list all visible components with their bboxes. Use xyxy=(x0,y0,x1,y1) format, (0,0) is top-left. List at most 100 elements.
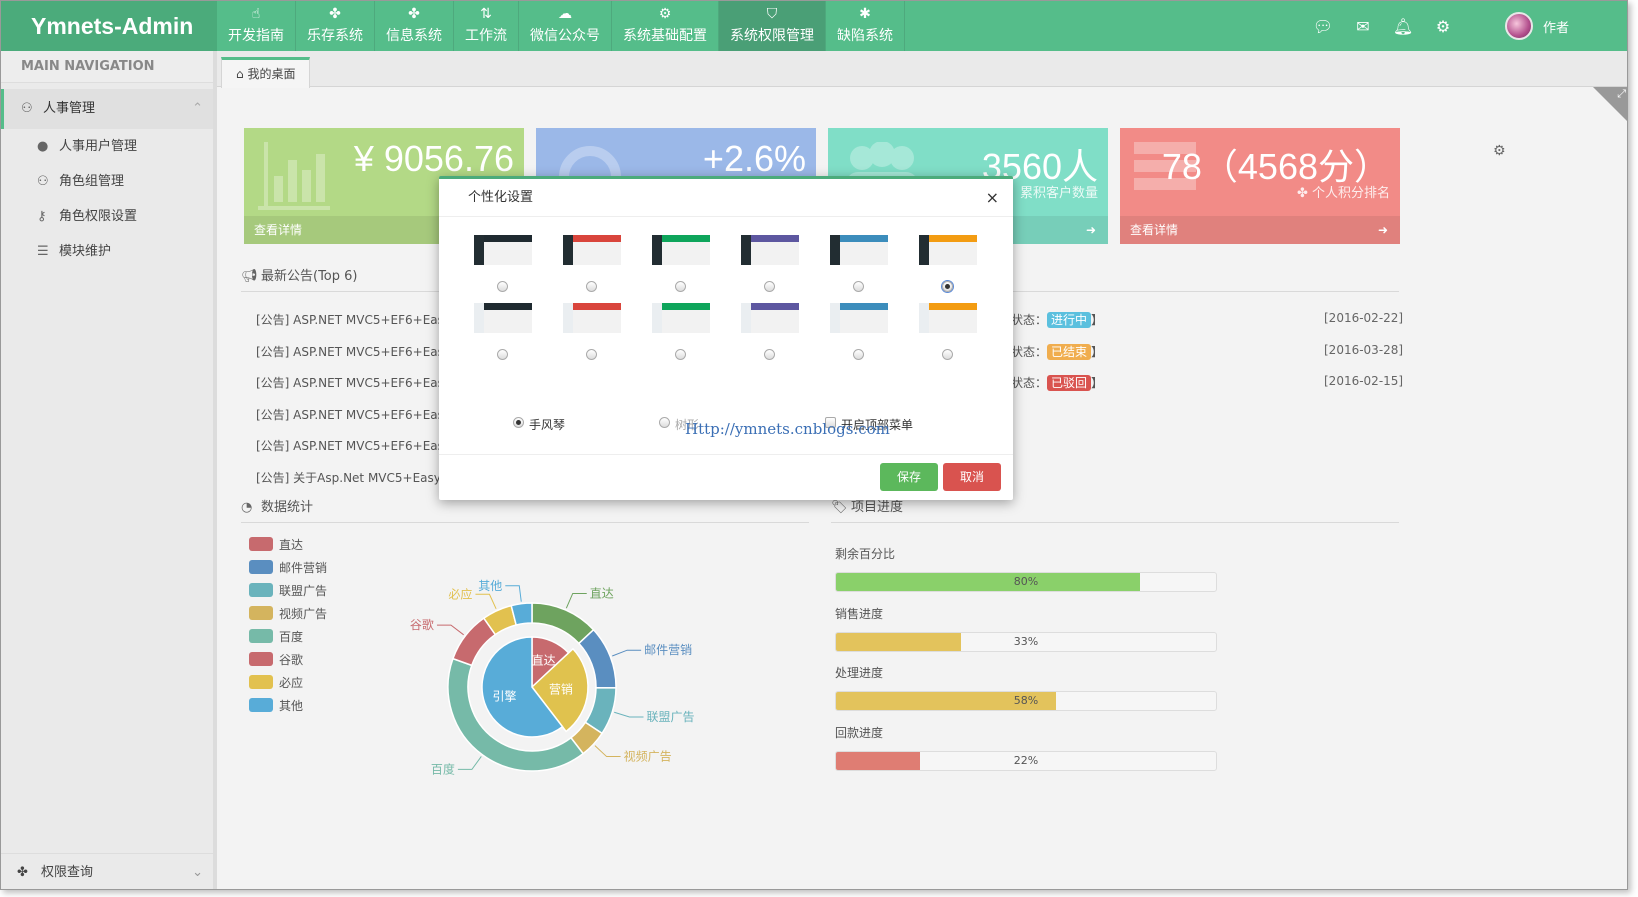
mail-icon[interactable]: ✉ xyxy=(1343,17,1383,36)
bell-icon[interactable]: 🔔︎ xyxy=(1383,17,1423,36)
skin-radio-dark-0[interactable] xyxy=(497,281,508,292)
sidebar-item-permission-query[interactable]: ✤ 权限查询 ⌄ xyxy=(1,853,213,889)
legend-label: 联盟广告 xyxy=(279,584,328,598)
legend-item[interactable]: 必应 xyxy=(249,675,327,698)
skin-thumb-dark-3[interactable] xyxy=(741,235,799,265)
progress-text: 80% xyxy=(1013,575,1039,588)
legend-swatch xyxy=(249,560,273,574)
sidebar-group-hr[interactable]: ⚇ 人事管理 ⌃ xyxy=(1,89,213,129)
top-menu-label: 开发指南 xyxy=(228,28,284,44)
skin-radio-light-2[interactable] xyxy=(675,349,686,360)
skin-radio-light-0[interactable] xyxy=(497,349,508,360)
top-menu-item-2[interactable]: ✤ 信息系统 xyxy=(375,1,454,51)
bullhorn-icon: 📢︎ xyxy=(241,269,258,284)
top-menu-label: 信息系统 xyxy=(386,28,442,44)
brand-logo[interactable]: Ymnets-Admin xyxy=(1,1,217,51)
top-menu-item-7[interactable]: ✱ 缺陷系统 xyxy=(826,1,905,51)
skin-thumb-dark-2[interactable] xyxy=(652,235,710,265)
skin-thumb-light-0[interactable] xyxy=(474,303,532,333)
card-subtitle: ✤ 个人积分排名 xyxy=(1296,186,1390,201)
skin-thumb-dark-5[interactable] xyxy=(919,235,977,265)
top-menu-item-4[interactable]: ☁ 微信公众号 xyxy=(519,1,612,51)
arrow-right-icon[interactable]: ➜ xyxy=(1086,216,1096,244)
settings-gear-icon[interactable]: ⚙ xyxy=(1493,143,1506,159)
close-icon[interactable]: × xyxy=(986,179,999,217)
avatar[interactable] xyxy=(1504,12,1533,40)
pie-label-line xyxy=(436,624,464,636)
top-menu-item-1[interactable]: ✤ 乐存系统 xyxy=(296,1,375,51)
skin-thumb-light-3[interactable] xyxy=(741,303,799,333)
skin-sidebar xyxy=(741,235,751,265)
legend-item[interactable]: 视频广告 xyxy=(249,606,327,629)
legend-swatch xyxy=(249,606,273,620)
skin-thumb-dark-0[interactable] xyxy=(474,235,532,265)
skin-radio-light-3[interactable] xyxy=(764,349,775,360)
save-button[interactable]: 保存 xyxy=(880,463,938,491)
key-icon: ⚷ xyxy=(37,209,47,224)
card-detail-link[interactable]: 查看详情 xyxy=(1130,223,1178,237)
sidebar-item-2[interactable]: ⚷ 角色权限设置 xyxy=(1,199,213,234)
top-menu-item-5[interactable]: ⚙ 系统基础配置 xyxy=(612,1,719,51)
skin-radio-light-4[interactable] xyxy=(853,349,864,360)
home-icon: ⌂ xyxy=(236,67,244,81)
sidebar-item-0[interactable]: ● 人事用户管理 xyxy=(1,129,213,164)
skin-radio-dark-2[interactable] xyxy=(675,281,686,292)
top-menu-item-6[interactable]: ⛉ 系统权限管理 xyxy=(719,1,826,51)
legend-item[interactable]: 百度 xyxy=(249,629,327,652)
skin-thumb-dark-1[interactable] xyxy=(563,235,621,265)
arrow-right-icon[interactable]: ➜ xyxy=(1378,216,1388,244)
skin-sidebar xyxy=(919,303,929,333)
top-menu-item-3[interactable]: ⇅ 工作流 xyxy=(454,1,519,51)
skin-radio-dark-3[interactable] xyxy=(764,281,775,292)
progress-label: 处理进度 xyxy=(835,666,884,680)
notice-row-title[interactable]: [公告] ASP.NET MVC5+EF6+EasyU xyxy=(256,406,460,423)
cancel-button[interactable]: 取消 xyxy=(943,463,1001,491)
tab-label: 我的桌面 xyxy=(247,67,296,81)
dialog-footer: 保存 取消 xyxy=(439,454,1013,500)
chat-icon[interactable]: 💬︎ xyxy=(1303,17,1343,36)
legend-item[interactable]: 其他 xyxy=(249,698,327,721)
pie-label-line xyxy=(614,711,644,718)
watermark-text: Http://ymnets.cnblogs.com xyxy=(685,420,890,438)
legend-item[interactable]: 联盟广告 xyxy=(249,583,327,606)
accordion-radio[interactable] xyxy=(513,417,524,428)
shield-icon: ⛉ xyxy=(766,6,778,22)
legend-item[interactable]: 邮件营销 xyxy=(249,560,327,583)
skin-radio-light-5[interactable] xyxy=(942,349,953,360)
skin-radio-dark-5[interactable] xyxy=(942,281,953,292)
top-menu-item-0[interactable]: ☝ 开发指南 xyxy=(217,1,296,51)
tab-my-desktop[interactable]: ⌂ 我的桌面 xyxy=(221,57,311,88)
legend-item[interactable]: 直达 xyxy=(249,537,327,560)
users-icon: ⚇ xyxy=(21,101,33,116)
cogs-icon[interactable]: ⚙ xyxy=(1423,17,1463,36)
notice-row-title[interactable]: [公告] 关于Asp.Net MVC5+EasyUI xyxy=(256,469,453,486)
wechat-icon: ☁ xyxy=(558,6,572,22)
sidebar-item-1[interactable]: ⚇ 角色组管理 xyxy=(1,164,213,199)
sidebar-item-3[interactable]: ☰ 模块维护 xyxy=(1,234,213,269)
skin-thumb-light-4[interactable] xyxy=(830,303,888,333)
skin-sidebar xyxy=(830,235,840,265)
tree-radio[interactable] xyxy=(659,417,670,428)
progress-text: 22% xyxy=(1013,753,1039,767)
sort-icon: ⇅ xyxy=(480,6,492,22)
notice-row-title[interactable]: [公告] ASP.NET MVC5+EF6+EasyU xyxy=(256,311,460,328)
notice-row-title[interactable]: [公告] ASP.NET MVC5+EF6+EasyU xyxy=(256,343,460,360)
card-footer[interactable]: 查看详情 ➜ xyxy=(1120,216,1400,244)
bracket: 】 xyxy=(1091,313,1104,327)
skin-radio-light-1[interactable] xyxy=(586,349,597,360)
notice-row-title[interactable]: [公告] ASP.NET MVC5+EF6+EasyU xyxy=(256,374,460,391)
user-name[interactable]: 作者 xyxy=(1543,17,1569,36)
skin-thumb-light-5[interactable] xyxy=(919,303,977,333)
sidebar-item-label: 角色权限设置 xyxy=(59,209,138,224)
expand-icon[interactable]: ⤢ xyxy=(1617,87,1626,101)
skin-thumb-light-2[interactable] xyxy=(652,303,710,333)
legend-item[interactable]: 谷歌 xyxy=(249,652,327,675)
notice-row-title[interactable]: [公告] ASP.NET MVC5+EF6+EasyU xyxy=(256,437,460,454)
notice-status: 状态： 进行中】 xyxy=(1011,311,1103,328)
skin-sidebar xyxy=(830,303,840,333)
skin-thumb-light-1[interactable] xyxy=(563,303,621,333)
skin-radio-dark-1[interactable] xyxy=(586,281,597,292)
skin-radio-dark-4[interactable] xyxy=(853,281,864,292)
card-detail-link[interactable]: 查看详情 xyxy=(254,223,302,237)
skin-thumb-dark-4[interactable] xyxy=(830,235,888,265)
